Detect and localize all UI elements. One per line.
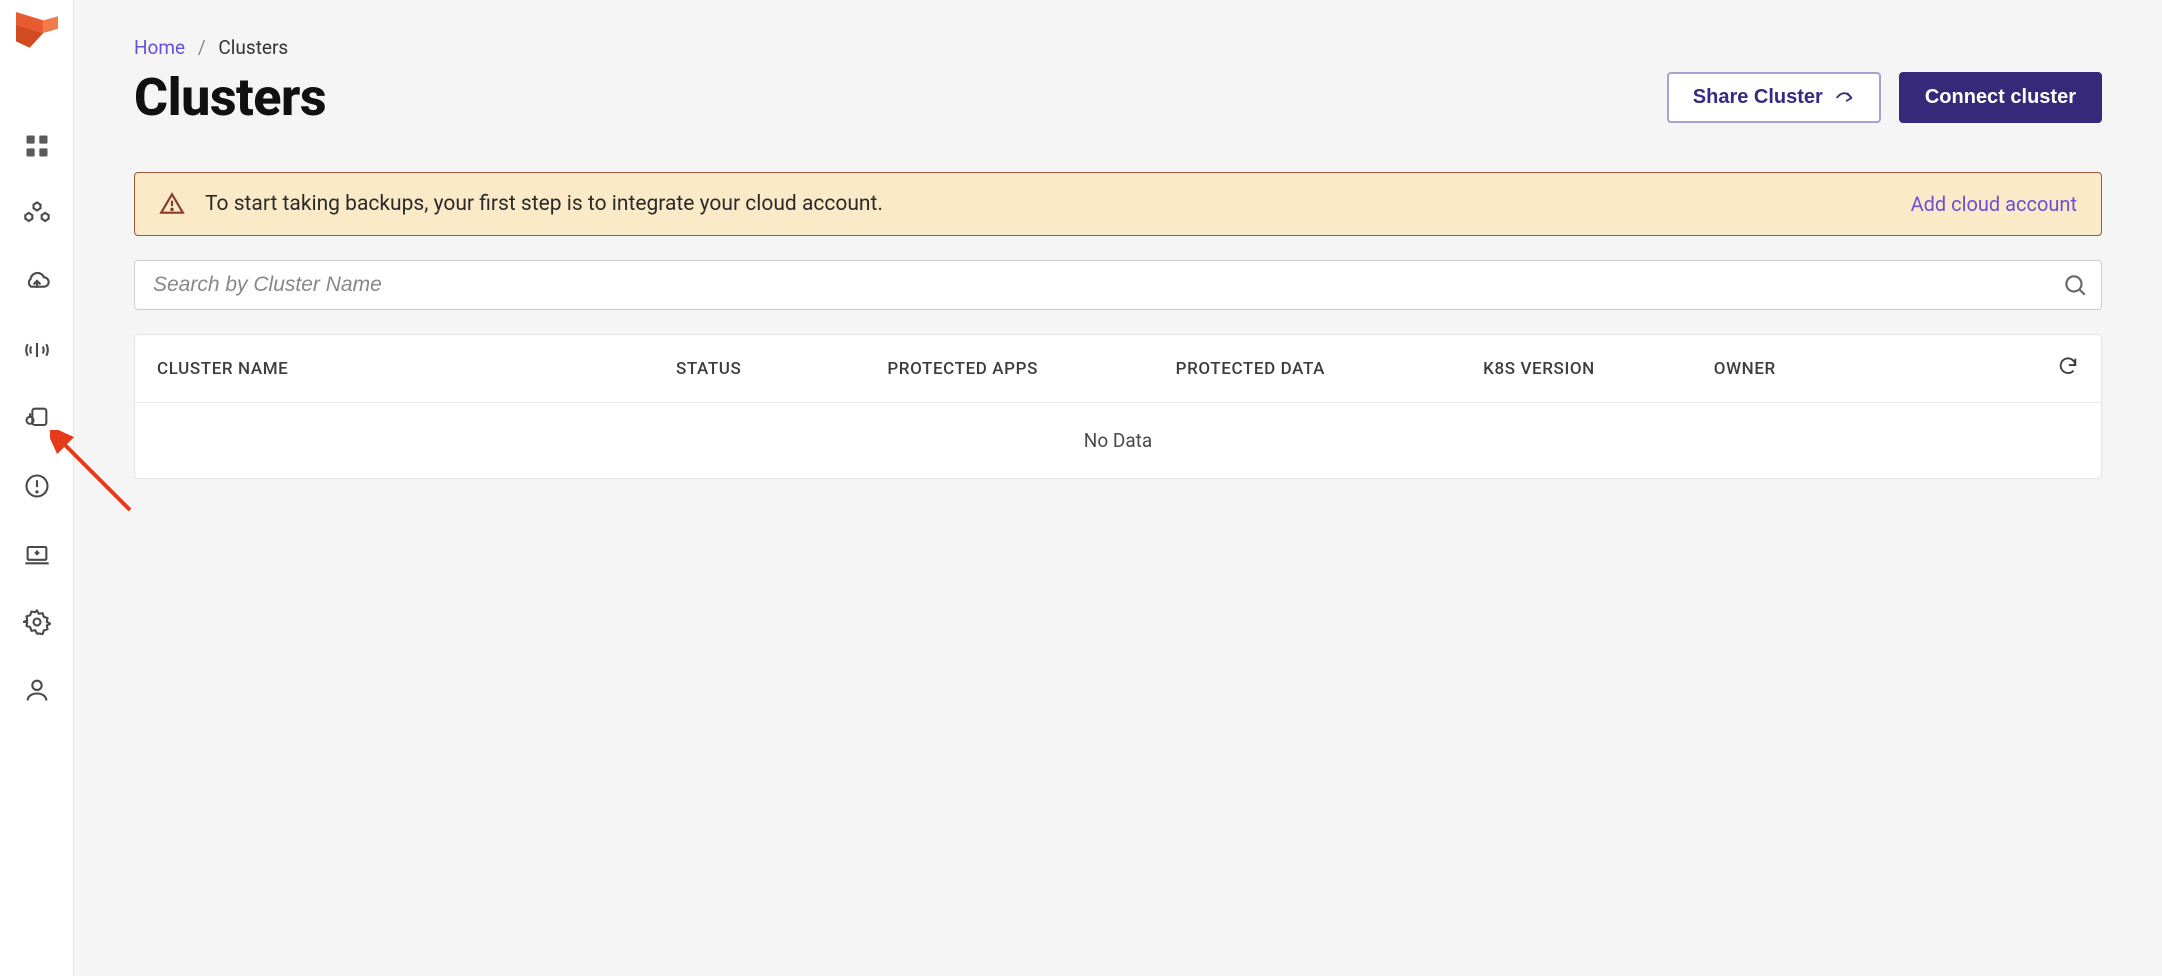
page-header: Clusters Share Cluster Connect cluster: [134, 67, 2102, 128]
share-icon: [1833, 87, 1855, 109]
logo[interactable]: [16, 12, 58, 64]
warning-icon: [159, 191, 185, 217]
nav-alerts-icon[interactable]: [21, 470, 53, 502]
nav-settings-icon[interactable]: [21, 606, 53, 638]
logo-icon: [16, 12, 58, 65]
share-cluster-button[interactable]: Share Cluster: [1667, 72, 1881, 123]
page-title: Clusters: [134, 67, 326, 128]
header-actions: Share Cluster Connect cluster: [1667, 72, 2102, 123]
share-cluster-label: Share Cluster: [1693, 86, 1823, 109]
alert-text: To start taking backups, your first step…: [205, 192, 1891, 216]
nav-signals-icon[interactable]: [21, 334, 53, 366]
col-cluster-name[interactable]: CLUSTER NAME: [157, 359, 676, 379]
table-empty-state: No Data: [135, 403, 2101, 478]
col-status[interactable]: STATUS: [676, 359, 887, 379]
nav-backup-node-icon[interactable]: [21, 538, 53, 570]
breadcrumb-home-link[interactable]: Home: [134, 36, 185, 59]
sidebar: [0, 0, 74, 976]
nav-clusters-icon[interactable]: [21, 198, 53, 230]
nav-cloud-icon[interactable]: [21, 266, 53, 298]
nav-dashboard-icon[interactable]: [21, 130, 53, 162]
connect-cluster-label: Connect cluster: [1925, 86, 2076, 109]
clusters-table: CLUSTER NAME STATUS PROTECTED APPS PROTE…: [134, 334, 2102, 479]
breadcrumb: Home / Clusters: [134, 36, 2102, 59]
main-content: Home / Clusters Clusters Share Cluster C…: [74, 0, 2162, 976]
search-icon[interactable]: [2062, 272, 2088, 298]
integration-alert: To start taking backups, your first step…: [134, 172, 2102, 236]
add-cloud-account-link[interactable]: Add cloud account: [1911, 192, 2077, 216]
nav-user-icon[interactable]: [21, 674, 53, 706]
nav-integrations-icon[interactable]: [21, 402, 53, 434]
breadcrumb-separator: /: [198, 36, 206, 59]
connect-cluster-button[interactable]: Connect cluster: [1899, 72, 2102, 123]
search-wrap: [134, 260, 2102, 310]
refresh-icon[interactable]: [2057, 355, 2079, 377]
col-k8s-version[interactable]: K8S VERSION: [1483, 359, 1714, 379]
table-header: CLUSTER NAME STATUS PROTECTED APPS PROTE…: [135, 335, 2101, 403]
col-owner[interactable]: OWNER: [1714, 359, 1945, 379]
col-protected-data[interactable]: PROTECTED DATA: [1176, 359, 1484, 379]
breadcrumb-current: Clusters: [218, 36, 288, 59]
search-input[interactable]: [134, 260, 2102, 310]
col-protected-apps[interactable]: PROTECTED APPS: [887, 359, 1175, 379]
